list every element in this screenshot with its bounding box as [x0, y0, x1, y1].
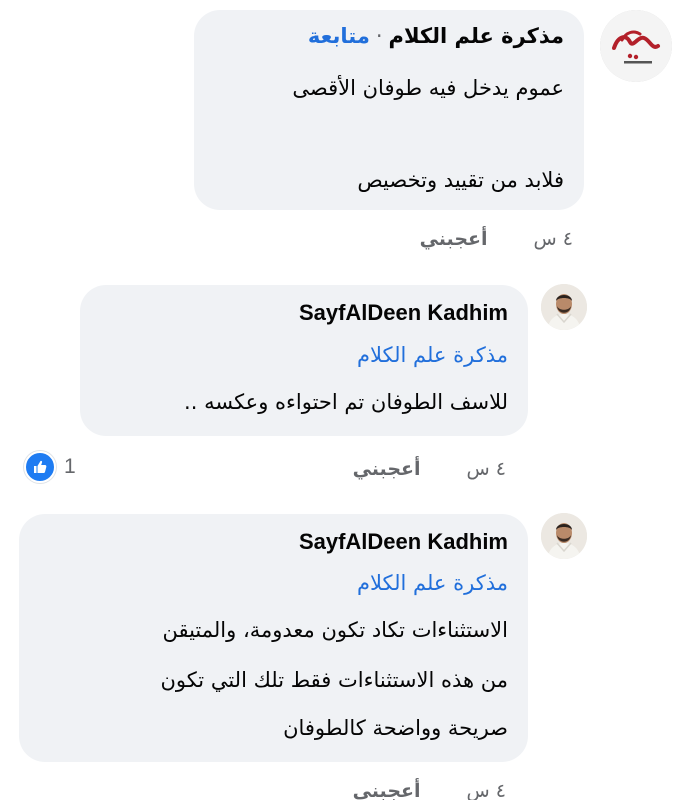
comment-text-line: الاستثناءات تكاد تكون معدومة، والمتيقن — [162, 618, 508, 642]
comment-bubble: SayfAlDeen Kadhim مذكرة علم الكلام الاست… — [19, 514, 528, 762]
comment-meta: ٤ س أعجبني — [353, 780, 506, 800]
page-logo-avatar[interactable] — [600, 10, 672, 82]
comment-header: مذكرة علم الكلام·متابعة — [308, 24, 564, 48]
comment-time[interactable]: ٤ س — [467, 458, 506, 480]
comment-text-line: من هذه الاستثناءات فقط تلك التي تكون — [160, 668, 508, 692]
comment-text-line: للاسف الطوفان تم احتواءه وعكسه .. — [184, 390, 508, 414]
mention-link[interactable]: مذكرة علم الكلام — [357, 343, 508, 367]
follow-link[interactable]: متابعة — [308, 24, 370, 48]
comment-author[interactable]: SayfAlDeen Kadhim — [299, 529, 508, 554]
like-button[interactable]: أعجبني — [420, 228, 488, 250]
comment-bubble: مذكرة علم الكلام·متابعة عموم يدخل فيه طو… — [194, 10, 584, 210]
comment-header: SayfAlDeen Kadhim — [299, 300, 508, 326]
reaction-count: 1 — [64, 455, 76, 478]
separator-dot: · — [375, 24, 383, 48]
mention-link[interactable]: مذكرة علم الكلام — [357, 571, 508, 595]
comment-text-line: فلابد من تقييد وتخصيص — [357, 168, 564, 192]
thumbs-up-icon — [24, 451, 56, 483]
comment-author[interactable]: مذكرة علم الكلام — [389, 24, 564, 48]
like-button[interactable]: أعجبني — [353, 458, 421, 480]
reaction-summary[interactable]: 1 — [24, 451, 76, 483]
comment-text-line: عموم يدخل فيه طوفان الأقصى — [292, 76, 564, 100]
comment-text-line: صريحة وواضحة كالطوفان — [283, 716, 508, 740]
like-button[interactable]: أعجبني — [353, 780, 421, 800]
comments-thread: مذكرة علم الكلام·متابعة عموم يدخل فيه طو… — [0, 0, 691, 800]
comment-bubble: SayfAlDeen Kadhim مذكرة علم الكلام للاسف… — [80, 285, 528, 436]
comment-meta: ٤ س أعجبني — [353, 458, 506, 480]
comment-header: SayfAlDeen Kadhim — [299, 529, 508, 555]
comment-author[interactable]: SayfAlDeen Kadhim — [299, 300, 508, 325]
user-avatar[interactable] — [541, 513, 587, 559]
comment-time[interactable]: ٤ س — [467, 780, 506, 800]
comment-time[interactable]: ٤ س — [534, 228, 573, 250]
user-avatar[interactable] — [541, 284, 587, 330]
comment-meta: ٤ س أعجبني — [420, 228, 573, 250]
